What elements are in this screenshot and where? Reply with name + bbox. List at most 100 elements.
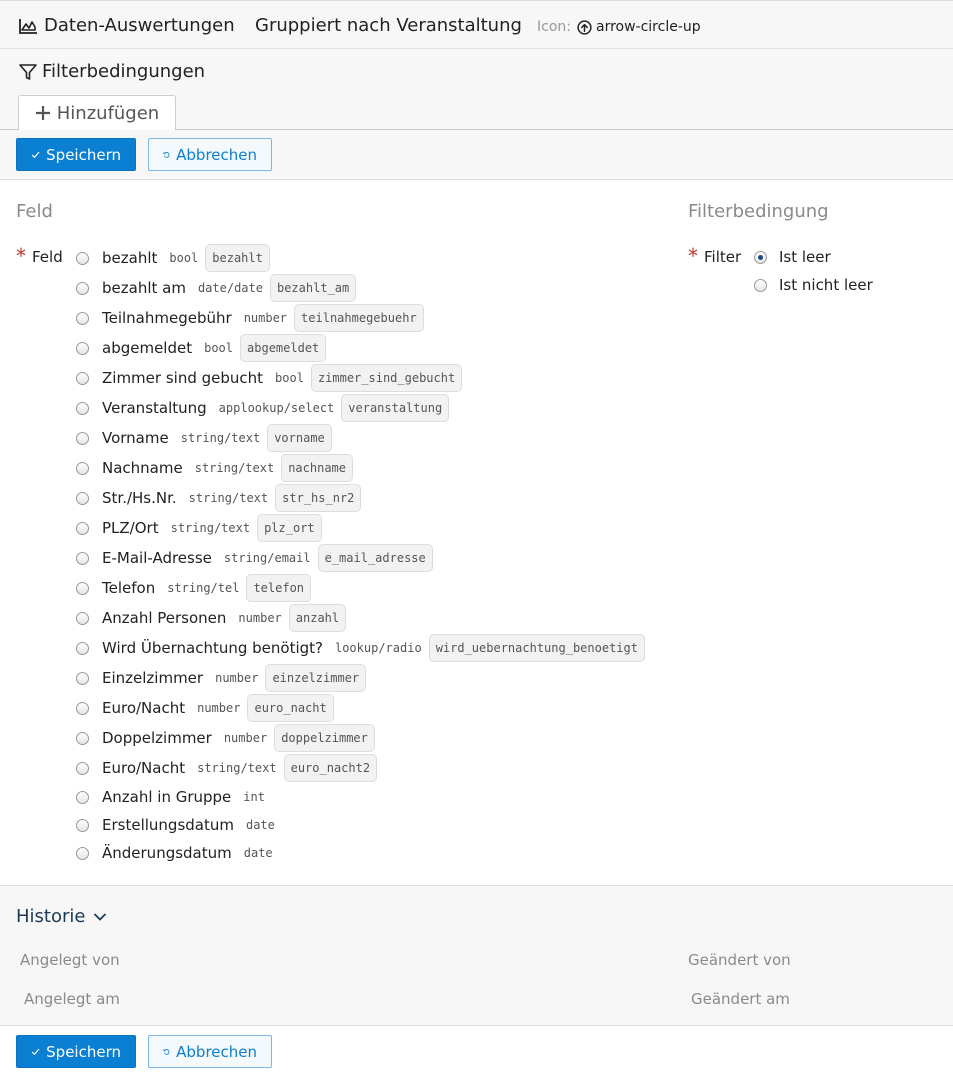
filter-radio[interactable] [754, 278, 767, 292]
field-option-type: date [243, 846, 273, 860]
field-option-key: euro_nacht [247, 694, 334, 722]
field-radio[interactable] [76, 521, 89, 535]
field-option[interactable]: bezahlt am date/date bezahlt_am [76, 273, 676, 303]
field-option[interactable]: Str./Hs.Nr. string/text str_hs_nr2 [76, 483, 676, 513]
field-radio[interactable] [76, 731, 89, 745]
field-option-type: date [245, 818, 275, 832]
icon-name-text: arrow-circle-up [595, 19, 701, 35]
field-radio[interactable] [76, 341, 89, 355]
modified-at-label: Geändert am [691, 990, 790, 1008]
field-option-label: bezahlt [102, 249, 158, 267]
cancel-button[interactable]: Abbrechen [148, 138, 272, 171]
field-option-label: Doppelzimmer [102, 729, 212, 747]
field-radio[interactable] [76, 251, 89, 265]
field-radio[interactable] [76, 401, 89, 415]
field-option[interactable]: Einzelzimmer number einzelzimmer [76, 663, 676, 693]
field-option[interactable]: Anzahl Personen number anzahl [76, 603, 676, 633]
filter-panel-title-text: Filterbedingungen [42, 61, 206, 82]
field-option-label: bezahlt am [102, 279, 186, 297]
history-title: Historie [16, 906, 86, 927]
field-radio[interactable] [76, 761, 89, 775]
save-button[interactable]: Speichern [16, 138, 136, 171]
icon-info: Icon: arrow-circle-up [537, 19, 701, 35]
field-radio[interactable] [76, 281, 89, 295]
cancel-button-bottom[interactable]: Abbrechen [148, 1035, 272, 1068]
filter-option[interactable]: Ist nicht leer [754, 271, 873, 299]
page-header: Daten-Auswertungen Gruppiert nach Verans… [0, 0, 953, 49]
field-option[interactable]: Änderungsdatum date [76, 839, 676, 867]
field-radio[interactable] [76, 611, 89, 625]
plus-icon [35, 106, 50, 120]
history-toggle[interactable]: Historie [16, 906, 107, 927]
field-option-type: string/text [194, 461, 275, 475]
required-marker: * [16, 244, 26, 268]
field-option-key: telefon [246, 574, 312, 602]
field-radio[interactable] [76, 641, 89, 655]
field-radio[interactable] [76, 818, 89, 832]
field-option-key: bezahlt [205, 244, 270, 272]
field-option[interactable]: Veranstaltung applookup/select veranstaltu… [76, 393, 676, 423]
field-option[interactable]: Teilnahmegebühr number teilnahmegebuehr [76, 303, 676, 333]
field-radio[interactable] [76, 671, 89, 685]
modified-by-label: Geändert von [688, 951, 791, 969]
page-title: Daten-Auswertungen [18, 15, 235, 36]
field-label: Feld [32, 248, 63, 266]
field-option-key: nachname [281, 454, 353, 482]
filter-radio[interactable] [754, 250, 767, 264]
filter-panel-title: Filterbedingungen [18, 61, 205, 82]
field-option-label: Teilnahmegebühr [102, 309, 232, 327]
field-option-label: Zimmer sind gebucht [102, 369, 264, 387]
field-option-type: string/tel [167, 581, 240, 595]
cancel-button-label: Abbrechen [176, 1042, 257, 1061]
field-radio[interactable] [76, 311, 89, 325]
field-radio[interactable] [76, 461, 89, 475]
field-option-type: string/text [180, 431, 261, 445]
field-option[interactable]: Wird Übernachtung benötigt? lookup/radio w… [76, 633, 676, 663]
field-option-key: veranstaltung [341, 394, 450, 422]
field-option[interactable]: Euro/Nacht string/text euro_nacht2 [76, 753, 676, 783]
field-option-type: string/text [170, 521, 251, 535]
filter-option[interactable]: Ist leer [754, 243, 873, 271]
history-panel: Historie Angelegt von Angelegt am Geände… [0, 885, 953, 1026]
field-option-type: number [243, 311, 288, 325]
field-radio[interactable] [76, 551, 89, 565]
undo-icon [163, 151, 170, 158]
field-radio[interactable] [76, 491, 89, 505]
save-button-bottom[interactable]: Speichern [16, 1035, 136, 1068]
field-radio[interactable] [76, 371, 89, 385]
field-option-label: Einzelzimmer [102, 669, 204, 687]
condition-section-heading: Filterbedingung [688, 201, 829, 222]
field-option[interactable]: Zimmer sind gebucht bool zimmer_sind_gebuc… [76, 363, 676, 393]
field-option[interactable]: abgemeldet bool abgemeldet [76, 333, 676, 363]
field-option-type: lookup/radio [334, 641, 422, 655]
field-radio[interactable] [76, 581, 89, 595]
field-option[interactable]: Nachname string/text nachname [76, 453, 676, 483]
field-option[interactable]: Telefon string/tel telefon [76, 573, 676, 603]
field-option[interactable]: Anzahl in Gruppe int [76, 783, 676, 811]
icon-value: arrow-circle-up [577, 19, 701, 35]
field-option[interactable]: Erstellungsdatum date [76, 811, 676, 839]
field-option-type: applookup/select [218, 401, 335, 415]
save-button-label: Speichern [46, 1042, 121, 1061]
field-radio[interactable] [76, 701, 89, 715]
field-option-label: PLZ/Ort [102, 519, 159, 537]
field-option-key: plz_ort [257, 514, 322, 542]
field-radio[interactable] [76, 846, 89, 860]
field-option[interactable]: Doppelzimmer number doppelzimmer [76, 723, 676, 753]
field-option-type: string/email [223, 551, 311, 565]
field-option-type: string/text [188, 491, 269, 505]
field-option-type: bool [169, 251, 199, 265]
field-option[interactable]: bezahlt bool bezahlt [76, 243, 676, 273]
field-option-label: Vorname [102, 429, 169, 447]
field-option[interactable]: E-Mail-Adresse string/email e_mail_adresse [76, 543, 676, 573]
field-radio[interactable] [76, 431, 89, 445]
group-by-label: Gruppiert nach Veranstaltung [255, 15, 522, 36]
tab-add-filter[interactable]: Hinzufügen [18, 95, 176, 130]
field-option[interactable]: PLZ/Ort string/text plz_ort [76, 513, 676, 543]
field-option-label: E-Mail-Adresse [102, 549, 212, 567]
field-option[interactable]: Vorname string/text vorname [76, 423, 676, 453]
field-option[interactable]: Euro/Nacht number euro_nacht [76, 693, 676, 723]
field-radio[interactable] [76, 790, 89, 804]
field-option-key: teilnahmegebuehr [294, 304, 424, 332]
field-option-label: Wird Übernachtung benötigt? [102, 639, 323, 657]
